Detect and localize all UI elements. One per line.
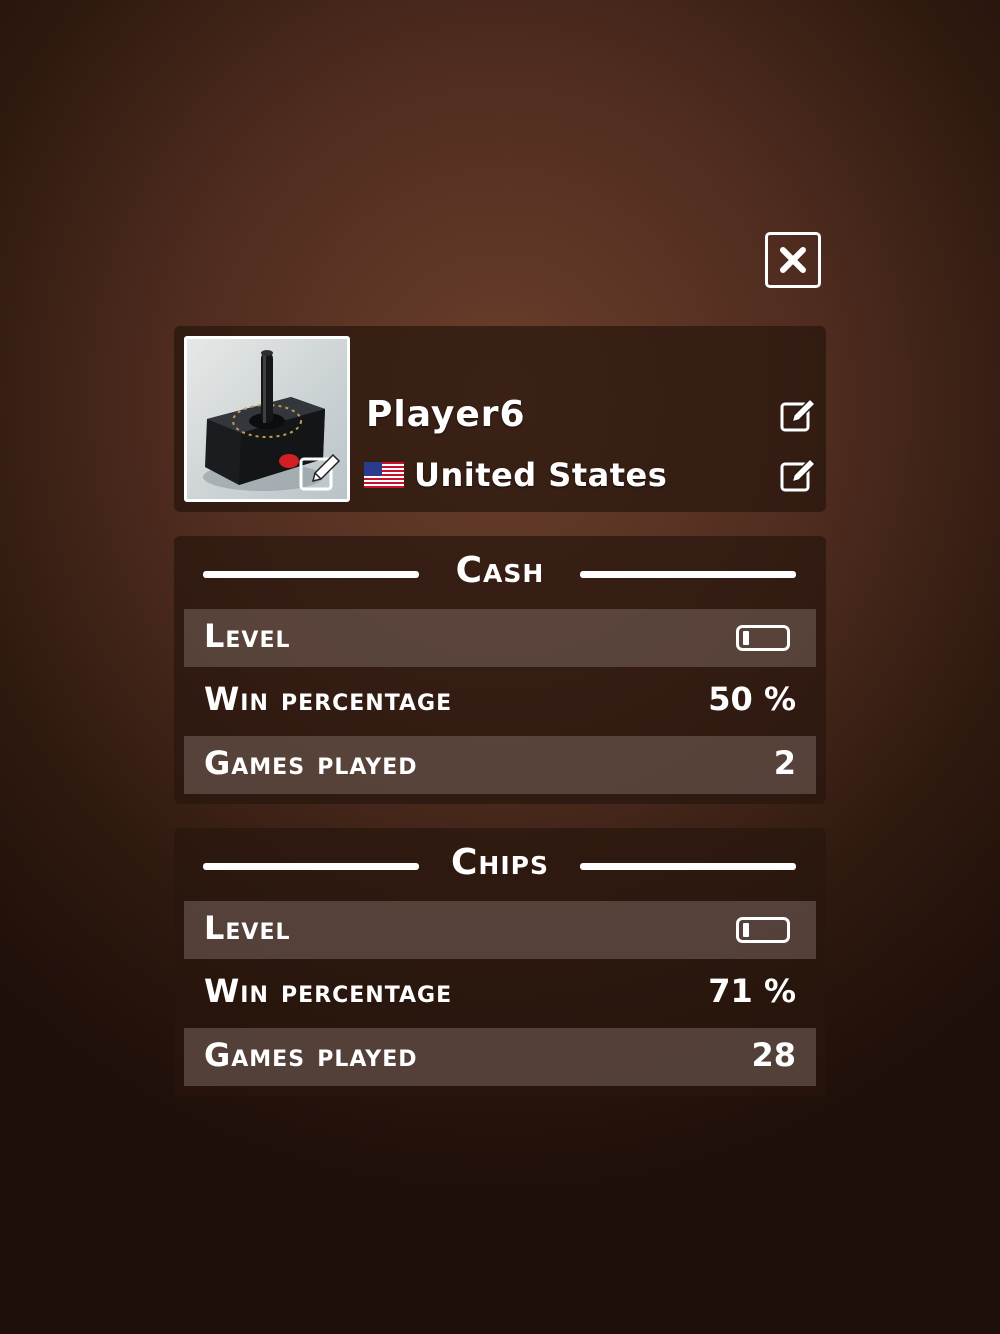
chips-stats-panel: Chips Level Win percentage 71 % Games pl… <box>174 828 826 1096</box>
profile-panel: Player6 United States <box>174 326 826 512</box>
level-bar-icon <box>736 917 790 943</box>
games-played-label: Games played <box>204 1036 418 1074</box>
level-bar-icon <box>736 625 790 651</box>
chips-games-row: Games played 28 <box>184 1028 816 1086</box>
cash-level-row: Level <box>184 609 816 667</box>
header-divider-right <box>580 863 796 870</box>
chips-header: Chips <box>174 828 826 904</box>
edit-name-icon[interactable] <box>780 396 816 432</box>
close-button[interactable] <box>765 232 821 288</box>
avatar-edit-icon[interactable] <box>299 451 341 493</box>
header-divider-right <box>580 571 796 578</box>
level-label: Level <box>204 909 291 947</box>
avatar[interactable] <box>184 336 350 502</box>
close-icon <box>780 247 806 273</box>
level-label: Level <box>204 617 291 655</box>
edit-country-icon[interactable] <box>780 456 816 492</box>
cash-win-row: Win percentage 50 % <box>184 672 816 730</box>
win-percentage-label: Win percentage <box>204 680 453 718</box>
country-name: United States <box>414 456 668 494</box>
win-percentage-value: 71 % <box>708 972 796 1010</box>
games-played-value: 28 <box>751 1036 796 1074</box>
win-percentage-value: 50 % <box>708 680 796 718</box>
cash-games-row: Games played 2 <box>184 736 816 794</box>
us-flag-icon <box>364 462 404 488</box>
chips-win-row: Win percentage 71 % <box>184 964 816 1022</box>
player-name: Player6 <box>366 394 526 435</box>
cash-stats-panel: Cash Level Win percentage 50 % Games pla… <box>174 536 826 804</box>
country-row: United States <box>364 456 667 494</box>
chips-level-row: Level <box>184 901 816 959</box>
cash-header: Cash <box>174 536 826 612</box>
games-played-value: 2 <box>773 744 796 782</box>
games-played-label: Games played <box>204 744 418 782</box>
win-percentage-label: Win percentage <box>204 972 453 1010</box>
